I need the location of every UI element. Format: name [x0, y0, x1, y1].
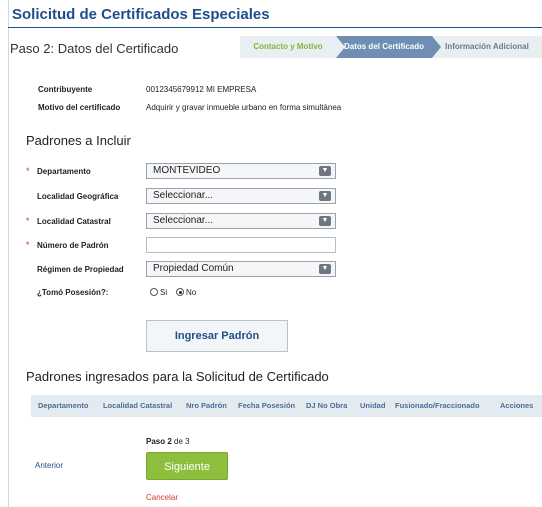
wizard-step-informacion: Información Adicional [432, 36, 542, 58]
wizard-progress: Contacto y Motivo Datos del Certificado … [240, 36, 542, 58]
posesion-label: ¿Tomó Posesión?: [37, 288, 109, 297]
wizard-step-contacto: Contacto y Motivo [240, 36, 336, 58]
regimen-select[interactable]: Propiedad Común ▼ [146, 261, 336, 277]
siguiente-button[interactable]: Siguiente [146, 452, 228, 480]
column-header: Acciones [500, 401, 534, 410]
anterior-link[interactable]: Anterior [35, 461, 63, 470]
posesion-radio-no[interactable] [176, 288, 185, 296]
paso-prefix: Paso [146, 437, 166, 446]
localidad-geografica-label: Localidad Geográfica [37, 192, 119, 201]
column-header: Departamento [38, 401, 89, 410]
localidad-catastral-select[interactable]: Seleccionar... ▼ [146, 213, 336, 229]
wizard-arrow-icon [336, 36, 345, 58]
padrones-table-header: Departamento Localidad Catastral Nro Pad… [31, 395, 542, 417]
column-header: Fecha Posesión [238, 401, 296, 410]
cancelar-link[interactable]: Cancelar [146, 493, 178, 502]
left-border [8, 0, 9, 507]
required-mark: * [26, 166, 30, 176]
ingresados-section-title: Padrones ingresados para la Solicitud de… [26, 369, 329, 384]
localidad-geografica-select[interactable]: Seleccionar... ▼ [146, 188, 336, 204]
regimen-label: Régimen de Propiedad [37, 265, 124, 274]
wizard-step-datos: Datos del Certificado [336, 36, 432, 58]
localidad-catastral-value: Seleccionar... [153, 215, 214, 226]
chevron-down-icon: ▼ [319, 166, 331, 176]
chevron-down-icon: ▼ [319, 264, 331, 274]
posesion-si-label: Si [160, 288, 168, 297]
column-header: Localidad Catastral [103, 401, 173, 410]
column-header: Nro Padrón [186, 401, 227, 410]
wizard-arrow-icon [432, 36, 441, 58]
numero-padron-input[interactable] [146, 237, 336, 253]
posesion-radio-group: Si No [150, 288, 196, 297]
column-header: Fusionado/Fraccionado [395, 401, 480, 410]
ingresar-padron-button[interactable]: Ingresar Padrón [146, 320, 288, 352]
localidad-geografica-value: Seleccionar... [153, 190, 214, 201]
chevron-down-icon: ▼ [319, 216, 331, 226]
padrones-section-title: Padrones a Incluir [26, 133, 131, 148]
title-divider [8, 27, 542, 28]
departamento-label: Departamento [37, 167, 91, 176]
departamento-value: MONTEVIDEO [153, 165, 221, 176]
contribuyente-label: Contribuyente [38, 85, 93, 94]
chevron-down-icon: ▼ [319, 191, 331, 201]
page-title: Solicitud de Certificados Especiales [12, 6, 270, 23]
motivo-value: Adquirir y gravar inmueble urbano en for… [146, 103, 342, 112]
column-header: DJ No Obra [306, 401, 348, 410]
paso-current: 2 [167, 437, 172, 446]
posesion-radio-si[interactable] [150, 288, 158, 296]
localidad-catastral-label: Localidad Catastral [37, 217, 111, 226]
paso-indicator: Paso 2 de 3 [146, 437, 190, 446]
posesion-no-label: No [186, 288, 197, 297]
numero-padron-label: Número de Padrón [37, 241, 109, 250]
regimen-value: Propiedad Común [153, 263, 234, 274]
motivo-label: Motivo del certificado [38, 103, 121, 112]
step-label: Paso 2: Datos del Certificado [10, 41, 179, 56]
required-mark: * [26, 240, 30, 250]
column-header: Unidad [360, 401, 386, 410]
departamento-select[interactable]: MONTEVIDEO ▼ [146, 163, 336, 179]
contribuyente-value: 0012345679912 MI EMPRESA [146, 85, 257, 94]
required-mark: * [26, 216, 30, 226]
paso-suffix: de 3 [174, 437, 190, 446]
